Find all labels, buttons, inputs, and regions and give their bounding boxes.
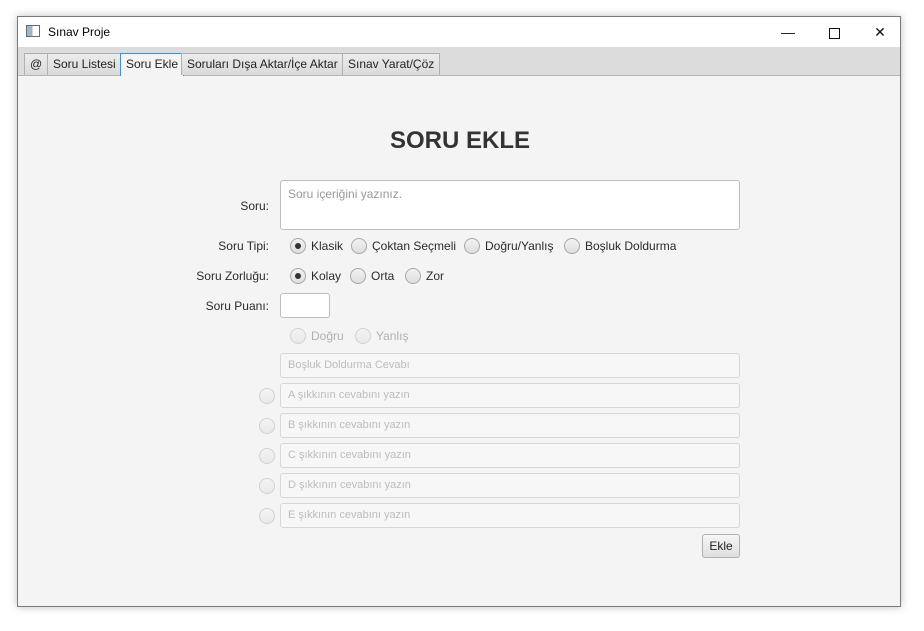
radio-coktan-secmeli-label: Çoktan Seçmeli — [372, 239, 457, 253]
radio-bosluk-doldurma-label: Boşluk Doldurma — [585, 239, 677, 253]
radio-dogru-yanlis-label: Doğru/Yanlış — [485, 239, 554, 253]
close-button[interactable]: ✕ — [857, 17, 903, 47]
choice-d-radio[interactable] — [259, 478, 275, 494]
choice-a-radio[interactable] — [259, 388, 275, 404]
radio-zor[interactable] — [405, 268, 421, 284]
page-title: SORU EKLE — [389, 127, 530, 154]
radio-klasik-label: Klasik — [311, 239, 344, 253]
choice-b-radio[interactable] — [259, 418, 275, 434]
radio-kolay[interactable] — [290, 268, 306, 284]
radio-klasik[interactable] — [290, 238, 306, 254]
soru-tipi-label: Soru Tipi: — [218, 239, 269, 253]
radio-yanlis[interactable] — [355, 328, 371, 344]
radio-kolay-label: Kolay — [311, 269, 342, 283]
tab-sinav-yarat-coz[interactable]: Sınav Yarat/Çöz — [342, 53, 441, 75]
tab-disa-ice-aktar[interactable]: Soruları Dışa Aktar/İçe Aktar — [181, 53, 344, 75]
radio-coktan-secmeli[interactable] — [351, 238, 367, 254]
minimize-button[interactable]: — — [765, 17, 811, 47]
choice-e-input[interactable]: E şıkkının cevabını yazın — [280, 503, 740, 528]
maximize-button[interactable] — [811, 17, 857, 47]
ekle-button[interactable]: Ekle — [702, 534, 740, 558]
title-bar: Sınav Proje — ✕ — [18, 17, 900, 47]
radio-dogru-label: Doğru — [311, 329, 344, 343]
soru-label: Soru: — [240, 199, 269, 213]
radio-orta-label: Orta — [371, 269, 395, 283]
window-title: Sınav Proje — [48, 25, 111, 39]
radio-bosluk-doldurma[interactable] — [564, 238, 580, 254]
bosluk-doldurma-input[interactable]: Boşluk Doldurma Cevabı — [280, 353, 740, 378]
soru-puani-label: Soru Puanı: — [205, 299, 269, 313]
choice-c-radio[interactable] — [259, 448, 275, 464]
soru-zorlugu-label: Soru Zorluğu: — [196, 269, 269, 283]
app-window: Sınav Proje — ✕ @ Soru Listesi Soru Ekle… — [17, 16, 901, 607]
choice-e-radio[interactable] — [259, 508, 275, 524]
tab-at[interactable]: @ — [24, 53, 49, 75]
choice-d-input[interactable]: D şıkkının cevabını yazın — [280, 473, 740, 498]
radio-zor-label: Zor — [426, 269, 444, 283]
choice-c-input[interactable]: C şıkkının cevabını yazın — [280, 443, 740, 468]
radio-yanlis-label: Yanlış — [376, 329, 409, 343]
radio-orta[interactable] — [350, 268, 366, 284]
app-icon — [26, 25, 40, 37]
tab-soru-listesi[interactable]: Soru Listesi — [47, 53, 122, 75]
choice-a-input[interactable]: A şıkkının cevabını yazın — [280, 383, 740, 408]
maximize-icon — [828, 27, 840, 39]
choice-b-input[interactable]: B şıkkının cevabını yazın — [280, 413, 740, 438]
radio-dogru[interactable] — [290, 328, 306, 344]
tab-bar: @ Soru Listesi Soru Ekle Soruları Dışa A… — [18, 47, 900, 76]
radio-dogru-yanlis[interactable] — [464, 238, 480, 254]
tab-soru-ekle[interactable]: Soru Ekle — [120, 53, 185, 76]
soru-textarea[interactable]: Soru içeriğini yazınız. — [280, 180, 740, 230]
soru-puani-input[interactable] — [280, 293, 330, 318]
